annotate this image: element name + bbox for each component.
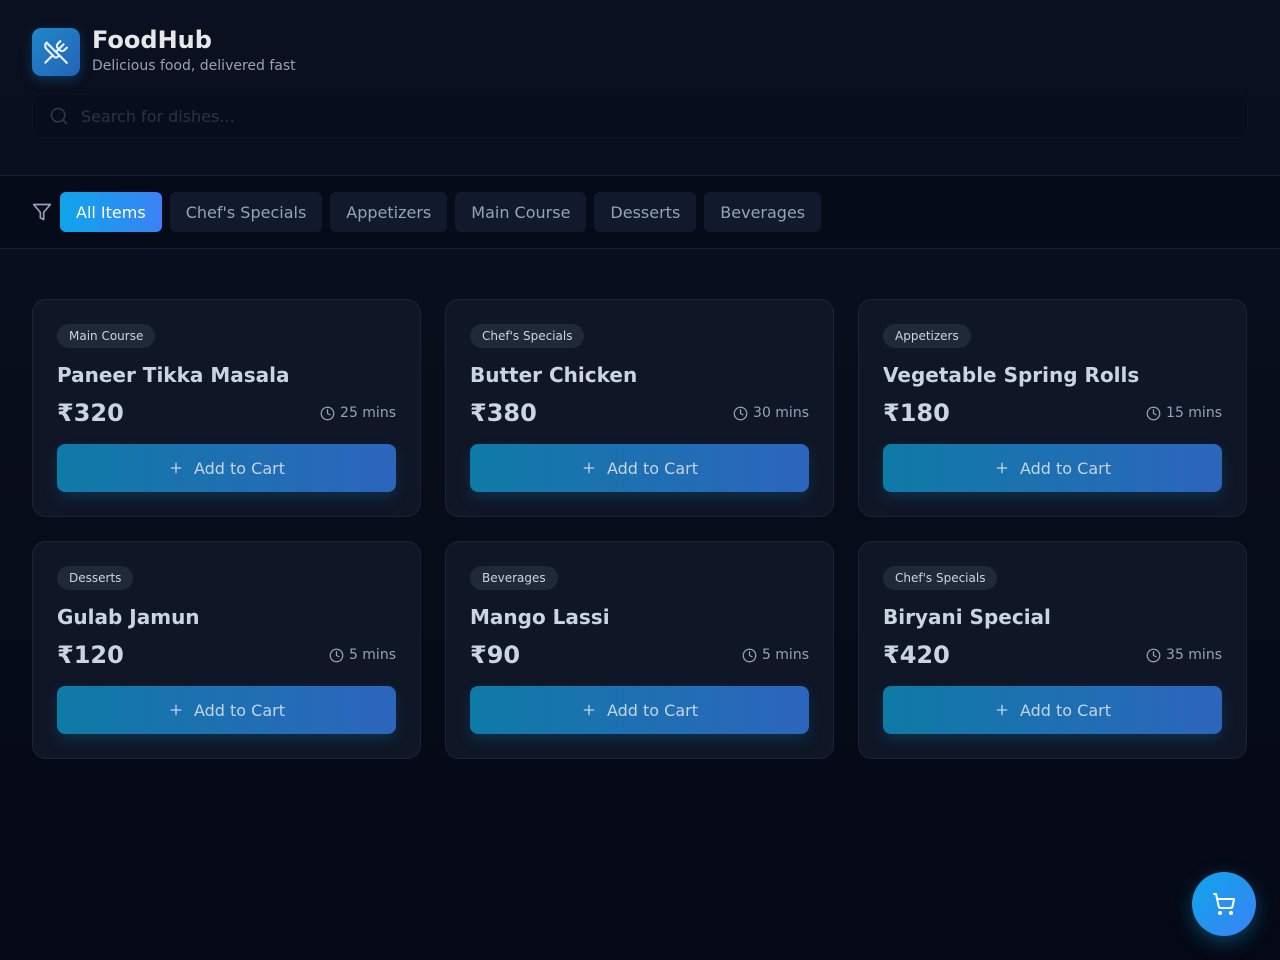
prep-time: 35 mins: [1146, 647, 1222, 663]
menu-card: Desserts Gulab Jamun ₹120 5 mins Add to …: [32, 541, 421, 759]
brand: FoodHub Delicious food, delivered fast: [32, 26, 1248, 77]
add-to-cart-button[interactable]: Add to Cart: [883, 686, 1222, 734]
category-badge: Main Course: [57, 324, 156, 348]
add-to-cart-label: Add to Cart: [193, 700, 286, 720]
filter-chip-chefs-specials[interactable]: Chef's Specials: [169, 192, 323, 232]
menu-card: Chef's Specials Biryani Special ₹420 35 …: [858, 541, 1247, 759]
prep-time-text: 15 mins: [1166, 405, 1222, 421]
dish-price: ₹90: [470, 641, 521, 669]
add-to-cart-label: Add to Cart: [606, 458, 699, 478]
prep-time-text: 5 mins: [761, 647, 809, 663]
dish-name: Biryani Special: [883, 605, 1051, 629]
cart-button[interactable]: [1192, 872, 1256, 936]
dish-price: ₹380: [470, 399, 537, 427]
shopping-cart-icon: [1213, 893, 1236, 915]
dish-name: Gulab Jamun: [57, 605, 200, 629]
search-icon: [50, 107, 68, 125]
prep-time: 25 mins: [320, 405, 396, 421]
add-to-cart-label: Add to Cart: [606, 700, 699, 720]
logo: [32, 27, 80, 76]
prep-time: 5 mins: [329, 647, 396, 663]
dish-price: ₹120: [57, 641, 124, 669]
add-to-cart-button[interactable]: Add to Cart: [470, 686, 809, 734]
category-filter-bar: All Items Chef's Specials Appetizers Mai…: [0, 175, 1280, 249]
menu-card: Chef's Specials Butter Chicken ₹380 30 m…: [445, 299, 834, 517]
dish-price: ₹420: [883, 641, 950, 669]
plus-icon: [170, 462, 182, 474]
category-badge: Beverages: [470, 566, 558, 590]
add-to-cart-button[interactable]: Add to Cart: [883, 444, 1222, 492]
search-input[interactable]: [81, 106, 1247, 126]
category-badge: Appetizers: [883, 324, 971, 348]
prep-time-text: 35 mins: [1166, 647, 1222, 663]
filter-chip-main-course[interactable]: Main Course: [455, 192, 587, 232]
menu-card: Beverages Mango Lassi ₹90 5 mins Add to …: [445, 541, 834, 759]
category-badge: Chef's Specials: [883, 566, 998, 590]
plus-icon: [996, 704, 1008, 716]
page: FoodHub Delicious food, delivered fast A…: [0, 0, 1280, 960]
dish-name: Butter Chicken: [470, 363, 638, 387]
add-to-cart-label: Add to Cart: [1019, 700, 1112, 720]
prep-time-text: 5 mins: [348, 647, 396, 663]
add-to-cart-button[interactable]: Add to Cart: [470, 444, 809, 492]
prep-time: 15 mins: [1146, 405, 1222, 421]
add-to-cart-label: Add to Cart: [193, 458, 286, 478]
add-to-cart-label: Add to Cart: [1019, 458, 1112, 478]
prep-time-text: 30 mins: [753, 405, 809, 421]
plus-icon: [170, 704, 182, 716]
dish-price: ₹180: [883, 399, 950, 427]
header: FoodHub Delicious food, delivered fast: [0, 0, 1280, 175]
clock-icon: [320, 406, 335, 420]
menu-card: Main Course Paneer Tikka Masala ₹320 25 …: [32, 299, 421, 517]
search-bar[interactable]: [32, 94, 1248, 138]
prep-time: 5 mins: [742, 647, 809, 663]
add-to-cart-button[interactable]: Add to Cart: [57, 444, 396, 492]
menu-grid: Main Course Paneer Tikka Masala ₹320 25 …: [32, 299, 1248, 759]
prep-time-text: 25 mins: [340, 405, 396, 421]
clock-icon: [1146, 648, 1161, 662]
filter-chip-desserts[interactable]: Desserts: [594, 192, 697, 232]
clock-icon: [1146, 406, 1161, 420]
brand-tagline: Delicious food, delivered fast: [92, 58, 296, 74]
add-to-cart-button[interactable]: Add to Cart: [57, 686, 396, 734]
clock-icon: [329, 648, 344, 662]
clock-icon: [733, 406, 748, 420]
plus-icon: [583, 462, 595, 474]
utensils-icon: [44, 39, 68, 64]
menu-card: Appetizers Vegetable Spring Rolls ₹180 1…: [858, 299, 1247, 517]
filter-chip-appetizers[interactable]: Appetizers: [330, 192, 448, 232]
filter-chip-beverages[interactable]: Beverages: [704, 192, 822, 232]
prep-time: 30 mins: [733, 405, 809, 421]
dish-name: Vegetable Spring Rolls: [883, 363, 1140, 387]
filter-icon: [32, 202, 52, 222]
category-badge: Chef's Specials: [470, 324, 585, 348]
dish-name: Mango Lassi: [470, 605, 610, 629]
category-badge: Desserts: [57, 566, 134, 590]
filter-chip-all-items[interactable]: All Items: [60, 192, 162, 232]
brand-title: FoodHub: [92, 26, 212, 54]
plus-icon: [583, 704, 595, 716]
clock-icon: [742, 648, 757, 662]
dish-price: ₹320: [57, 399, 124, 427]
dish-name: Paneer Tikka Masala: [57, 363, 290, 387]
plus-icon: [996, 462, 1008, 474]
